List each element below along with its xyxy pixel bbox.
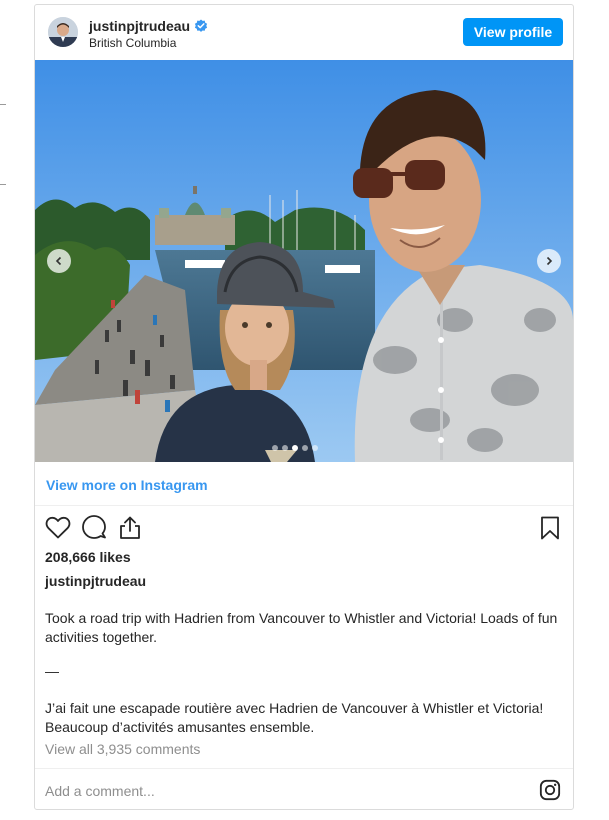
chevron-right-icon	[546, 256, 553, 266]
carousel-dot	[282, 445, 288, 451]
username-text[interactable]: justinpjtrudeau	[89, 18, 190, 34]
instagram-embed-card: justinpjtrudeau British Columbia View pr…	[34, 4, 574, 810]
photo-image	[35, 60, 573, 462]
caption-english: Took a road trip with Hadrien from Vanco…	[45, 610, 558, 645]
view-profile-button[interactable]: View profile	[463, 18, 563, 46]
carousel-dot	[272, 445, 278, 451]
avatar[interactable]	[48, 17, 78, 47]
comment-input[interactable]	[45, 781, 485, 801]
carousel-next-button[interactable]	[537, 249, 561, 273]
header-username[interactable]: justinpjtrudeau	[89, 18, 208, 34]
caption-separator: —	[45, 663, 59, 679]
post-header: justinpjtrudeau British Columbia View pr…	[35, 5, 573, 60]
share-icon[interactable]	[116, 514, 144, 542]
instagram-logo-icon[interactable]	[539, 779, 561, 801]
post-location[interactable]: British Columbia	[89, 36, 176, 50]
chevron-left-icon	[55, 256, 62, 266]
view-more-bar: View more on Instagram	[35, 462, 573, 506]
view-more-link[interactable]: View more on Instagram	[46, 477, 208, 493]
post-photo[interactable]	[35, 60, 573, 462]
caption-french: J’ai fait une escapade routière avec Had…	[45, 700, 544, 735]
page-edge-mark	[0, 184, 6, 185]
carousel-dot	[302, 445, 308, 451]
carousel-dot	[312, 445, 318, 451]
comment-icon[interactable]	[80, 514, 108, 542]
likes-count[interactable]: 208,666 likes	[45, 549, 131, 565]
carousel-prev-button[interactable]	[47, 249, 71, 273]
bookmark-icon[interactable]	[536, 514, 564, 542]
heart-icon[interactable]	[44, 514, 72, 542]
carousel-dot-active	[292, 445, 298, 451]
caption-username[interactable]: justinpjtrudeau	[45, 573, 146, 589]
action-bar	[35, 510, 573, 546]
page-edge-mark	[0, 104, 6, 105]
carousel-dots	[272, 445, 318, 451]
add-comment-bar	[35, 768, 573, 809]
verified-badge-icon	[195, 19, 208, 32]
view-comments-link[interactable]: View all 3,935 comments	[45, 741, 200, 757]
